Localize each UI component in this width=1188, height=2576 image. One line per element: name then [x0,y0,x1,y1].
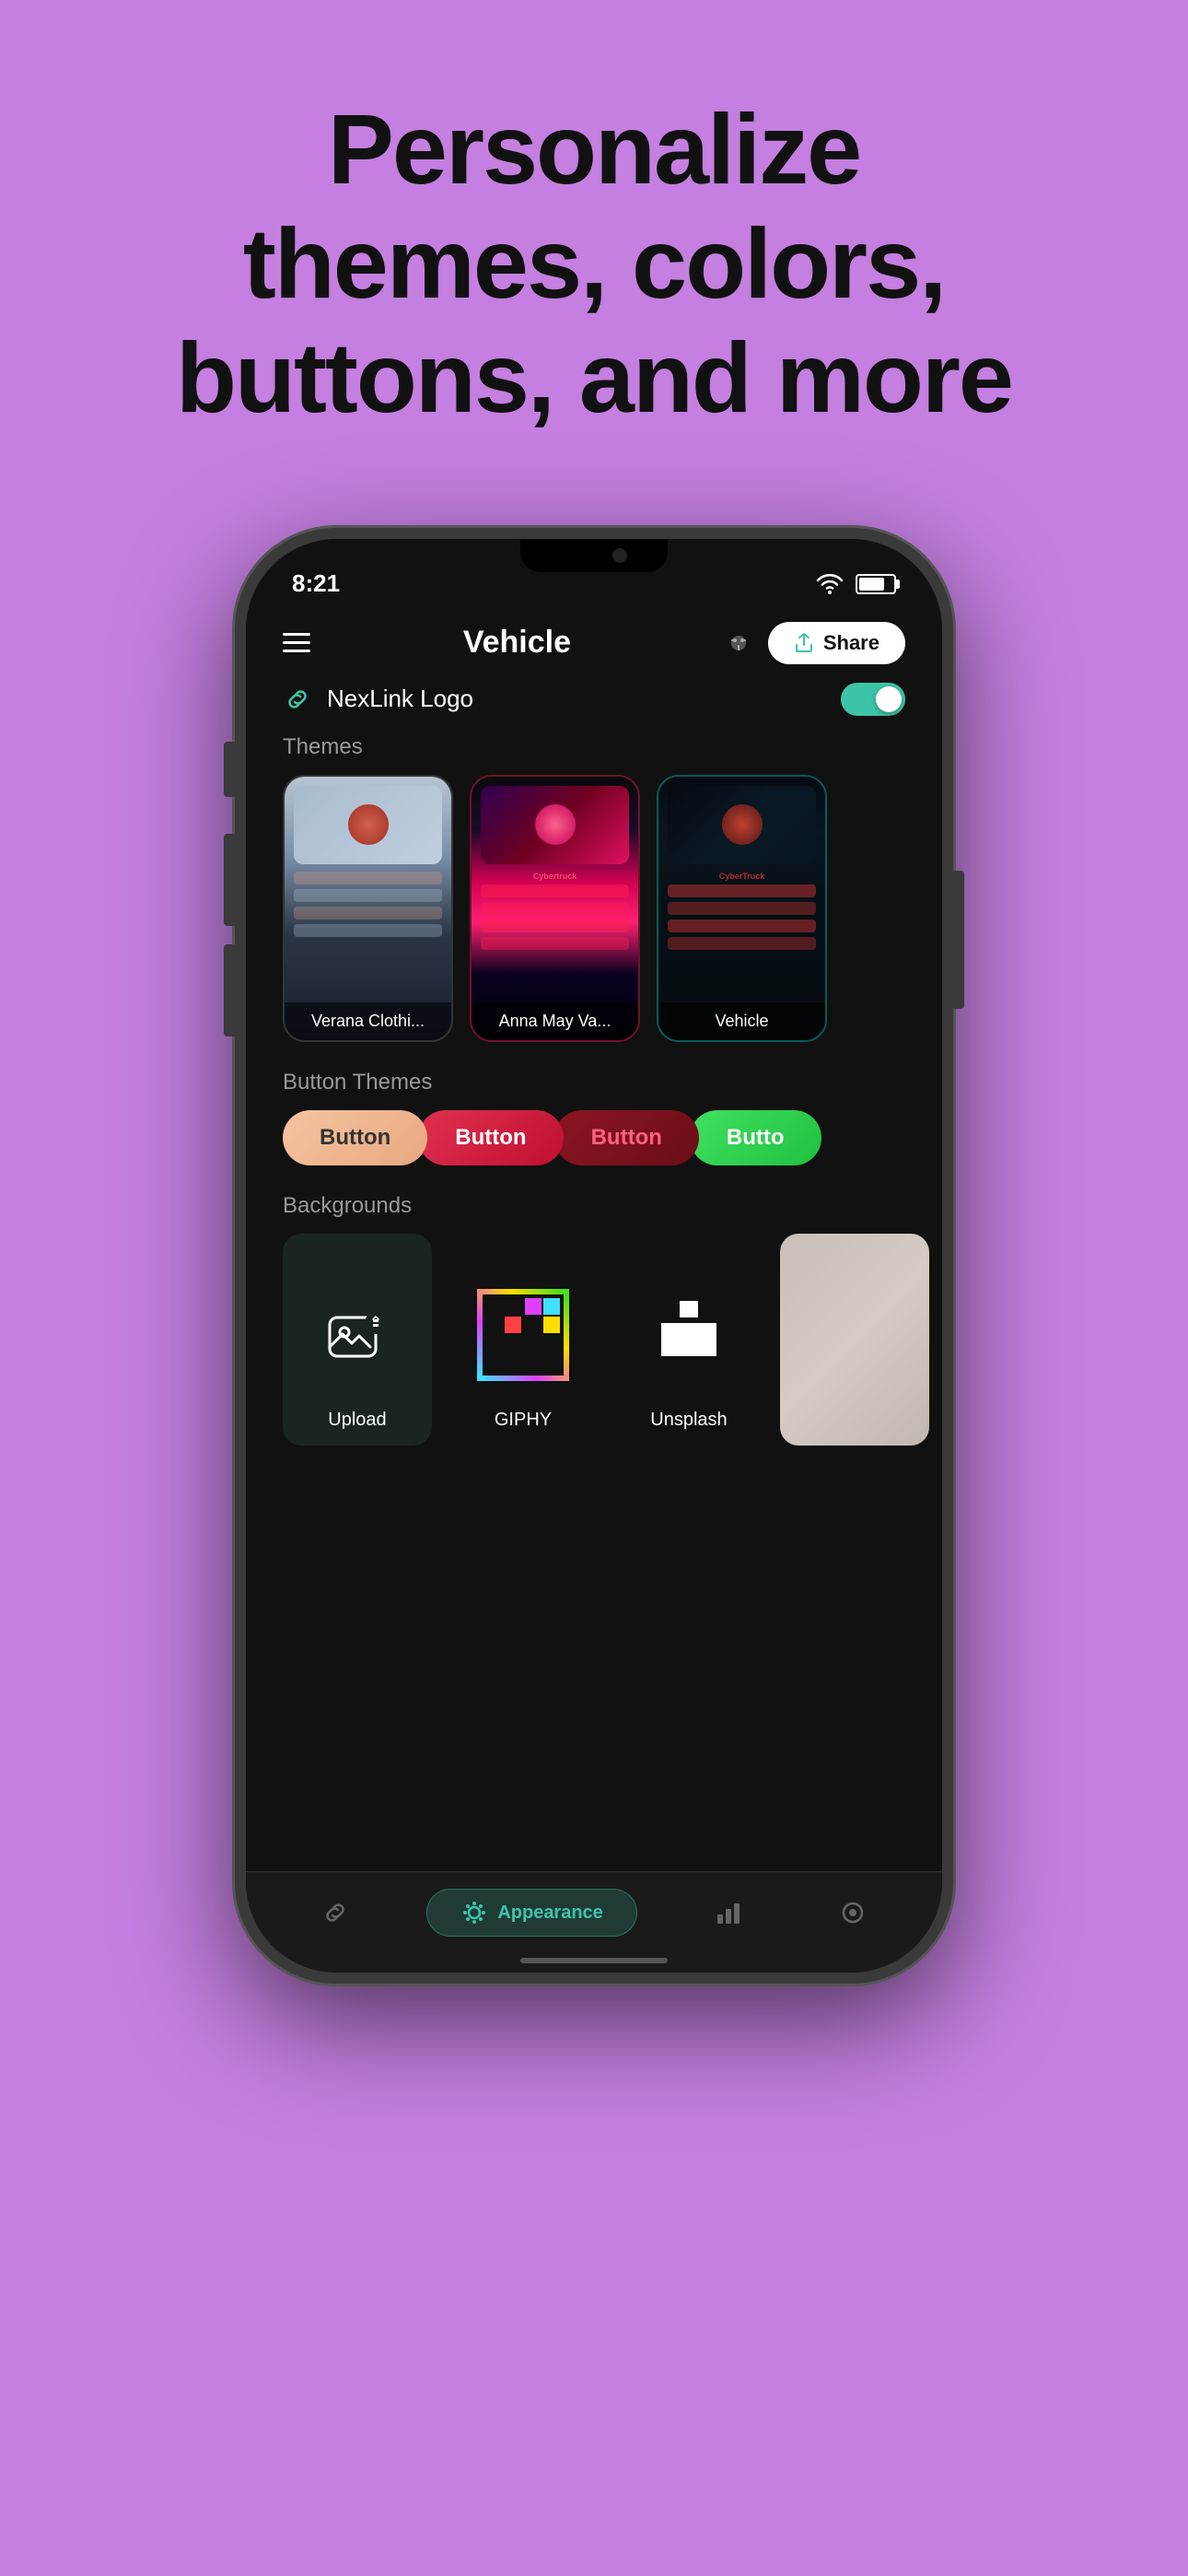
theme-name-3: Vehicle [658,1002,825,1040]
themes-section-label: Themes [246,734,942,775]
links-tab-icon [320,1898,350,1927]
side-button-power [953,871,964,1009]
tab-appearance[interactable]: Appearance [426,1889,637,1937]
bug-icon[interactable] [724,628,753,658]
nexlink-toggle[interactable] [841,683,905,716]
navigation-bar: Vehicle Share [246,613,942,673]
page-title: Vehicle [463,625,571,661]
theme-name-2: Anna May Va... [472,1002,638,1040]
stats-tab-icon [714,1898,743,1927]
battery-icon [856,574,896,594]
status-icons [815,574,896,594]
logo-left: NexLink Logo [283,685,473,714]
share-button[interactable]: Share [768,622,905,664]
backgrounds-scroll: Upload GIPHY [246,1234,942,1473]
tab-links[interactable] [302,1891,368,1935]
button-theme-1[interactable]: Button [283,1110,427,1165]
bg-upload-label: Upload [328,1410,386,1431]
hero-line1: Personalize [176,92,1012,206]
theme-card-1[interactable]: Verana Clothi... [283,775,453,1042]
side-button-mute [224,742,235,797]
button-themes-section-label: Button Themes [246,1070,942,1110]
side-button-volume-up [224,834,235,926]
upload-image-icon [324,1306,390,1373]
button-themes-scroll: Button Button Button Butto [246,1110,942,1193]
button-theme-2[interactable]: Button [418,1110,563,1165]
theme-card-2[interactable]: Cybertruck Anna May Va... [470,775,640,1042]
share-icon [794,633,814,653]
phone-screen: 8:21 Vehicle [246,539,942,1973]
link-icon [283,685,312,714]
status-time: 8:21 [292,569,340,598]
tab-preview[interactable] [820,1891,886,1935]
bg-card-upload[interactable]: Upload [283,1234,432,1446]
hero-line3: buttons, and more [176,321,1012,435]
theme-name-1: Verana Clothi... [285,1002,451,1040]
phone-mockup: 8:21 Vehicle [235,528,953,1984]
bg-card-photo[interactable] [780,1234,929,1446]
nav-actions: Share [724,622,905,664]
button-theme-4[interactable]: Butto [690,1110,821,1165]
front-camera [612,548,627,563]
hero-section: Personalize themes, colors, buttons, and… [102,92,1086,436]
bg-giphy-label: GIPHY [495,1410,552,1431]
bg-card-unsplash[interactable]: Unsplash [614,1234,763,1446]
bg-unsplash-label: Unsplash [650,1410,727,1431]
backgrounds-section-label: Backgrounds [246,1193,942,1234]
theme-card-3[interactable]: CyberTruck Vehicle [657,775,827,1042]
logo-row: NexLink Logo [246,673,942,734]
home-indicator [520,1958,668,1963]
appearance-tab-icon [460,1899,488,1926]
unsplash-logo [661,1301,716,1368]
button-theme-3[interactable]: Button [554,1110,699,1165]
bg-card-giphy[interactable]: GIPHY [448,1234,598,1446]
hamburger-menu[interactable] [283,633,310,652]
wifi-icon [815,574,844,594]
side-button-volume-down [224,944,235,1036]
status-bar: 8:21 [246,539,942,613]
scroll-content: Themes Verana Clothi... [246,734,942,1973]
tab-stats[interactable] [695,1891,762,1935]
themes-scroll[interactable]: Verana Clothi... Cybertruck Anna May [246,775,942,1070]
notch [520,539,668,572]
hero-line2: themes, colors, [176,206,1012,321]
preview-tab-icon [838,1898,868,1927]
logo-label: NexLink Logo [327,685,473,713]
tab-appearance-label: Appearance [497,1903,603,1924]
giphy-logo-box [477,1289,569,1381]
share-label: Share [823,631,879,655]
